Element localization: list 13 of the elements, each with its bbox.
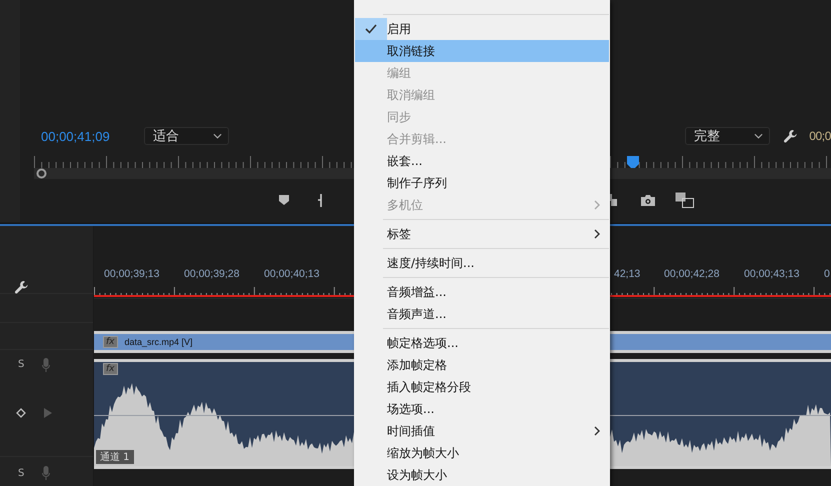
fx-badge: fx — [103, 336, 118, 348]
ruler-timecode: 00;00;42;28 — [664, 268, 720, 280]
ruler-timecode: 00;00;39;28 — [184, 268, 240, 280]
ruler-timecode: 00;00;39;13 — [104, 268, 160, 280]
ruler-timecode: 42;13 — [614, 268, 640, 280]
timecode: 00;00;41;09 — [41, 128, 111, 144]
clip-name: data_src.mp4 [V] — [124, 337, 193, 347]
ruler-timecode: 0 — [824, 268, 830, 280]
fx-badge: fx — [103, 363, 118, 375]
timecode: 00;0 — [809, 129, 831, 143]
ruler-timecode: 00;00;43;13 — [744, 268, 800, 280]
ruler-timecode: 00;00;40;13 — [264, 268, 320, 280]
channel-label: 通道 1 — [96, 450, 134, 464]
